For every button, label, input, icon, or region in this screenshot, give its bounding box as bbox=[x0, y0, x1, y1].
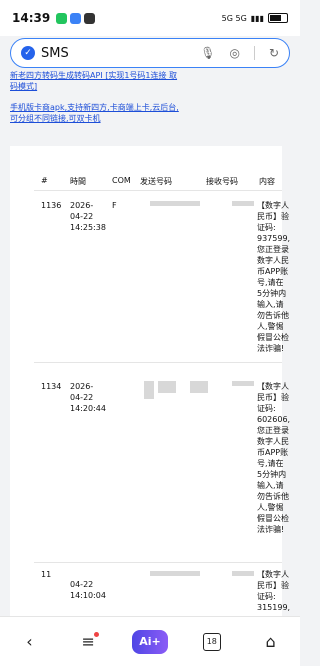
col-header-com: COM bbox=[112, 176, 131, 185]
content-line: 证码: bbox=[257, 404, 276, 413]
row-content: 【数字人民币】验证码: 602606, 您正登录数字人民币APP账号,请在 5分钟内输… bbox=[257, 381, 297, 535]
camera-icon[interactable]: ◎ bbox=[229, 46, 239, 60]
row-content: 【数字人民币】验证码: 937599, 您正登录数字人民币APP账号,请在 5分钟内输… bbox=[257, 200, 297, 354]
content-line: 证码: bbox=[257, 223, 276, 232]
content-line: 您正登录 bbox=[257, 426, 289, 435]
col-header-id: # bbox=[41, 176, 48, 185]
redacted-sender bbox=[144, 381, 154, 399]
search-bar[interactable]: ✓ SMS 🎙 ◎ ↻ bbox=[10, 38, 290, 68]
link-api[interactable]: 新老四方转码生成转码API [实现1号码1连接 取码模式] bbox=[10, 70, 180, 92]
content-line: 民币】验 bbox=[257, 393, 289, 402]
notification-icons bbox=[56, 12, 96, 24]
content-line: 输入,请 bbox=[257, 481, 284, 490]
redacted-receiver bbox=[190, 381, 208, 393]
content-line: 号,请在 bbox=[257, 278, 284, 287]
row-id: 1134 bbox=[41, 382, 62, 391]
home-icon[interactable]: ⌂ bbox=[256, 627, 286, 657]
row-id: 11 bbox=[41, 570, 52, 579]
content-line: 5分钟内 bbox=[257, 470, 287, 479]
content-line: 您正登录 bbox=[257, 245, 289, 254]
status-bar: 14:39 5G 5G ▮▮▮ bbox=[0, 0, 300, 36]
content-line: 937599, bbox=[257, 234, 291, 243]
content-line: 【数字人 bbox=[257, 382, 289, 391]
link-list: 新老四方转码生成转码API [实现1号码1连接 取码模式] 手机版卡商apk,支… bbox=[10, 70, 180, 124]
shield-icon: ✓ bbox=[21, 46, 35, 60]
content-line: 证码: bbox=[257, 592, 276, 601]
ai-button[interactable]: Ai+ bbox=[131, 629, 168, 654]
redacted-sender bbox=[150, 571, 200, 576]
tabs-button[interactable]: 18 bbox=[197, 627, 227, 657]
content-line: 输入,请 bbox=[257, 300, 284, 309]
content-line: 人,警惕 bbox=[257, 503, 284, 512]
row-time: 04-22 14:10:04 bbox=[70, 580, 106, 600]
bottom-nav: ‹ ≡ Ai+ 18 ⌂ bbox=[0, 616, 300, 666]
row-content: 【数字人民币】验证码: 315199, bbox=[257, 569, 297, 613]
battery-icon bbox=[268, 13, 288, 23]
message-icon bbox=[56, 12, 68, 24]
content-line: 【数字人 bbox=[257, 201, 289, 210]
microphone-icon[interactable]: 🎙 bbox=[200, 46, 215, 60]
refresh-icon[interactable]: ↻ bbox=[269, 46, 279, 60]
content-line: 法诈骗! bbox=[257, 525, 285, 534]
link-apk[interactable]: 手机版卡商apk,支持新四方,卡商端上卡,云后台,可分组不同链接,可双卡机 bbox=[10, 102, 180, 124]
page-content: 新老四方转码生成转码API [实现1号码1连接 取码模式] 手机版卡商apk,支… bbox=[0, 70, 300, 616]
content-line: 【数字人 bbox=[257, 570, 289, 579]
header-divider bbox=[34, 190, 282, 191]
search-input[interactable]: SMS bbox=[41, 46, 69, 61]
signal-icon: ▮▮▮ bbox=[250, 13, 264, 23]
content-line: 602606, bbox=[257, 415, 291, 424]
content-line: 假冒公检 bbox=[257, 333, 289, 342]
status-time: 14:39 bbox=[12, 11, 51, 25]
content-line: 勿告诉他 bbox=[257, 311, 289, 320]
content-line: 数字人民 bbox=[257, 256, 289, 265]
content-line: 号,请在 bbox=[257, 459, 284, 468]
content-line: 法诈骗! bbox=[257, 344, 285, 353]
content-line: 数字人民 bbox=[257, 437, 289, 446]
row-time: 2026- 04-22 14:20:44 bbox=[70, 382, 106, 413]
col-header-sender: 发送号码 bbox=[140, 177, 172, 186]
calendar-icon: 18 bbox=[202, 632, 221, 651]
notification-dot bbox=[94, 631, 100, 637]
content-line: 民币】验 bbox=[257, 581, 289, 590]
menu-icon[interactable]: ≡ bbox=[73, 627, 103, 657]
row-divider bbox=[34, 562, 282, 563]
content-line: 勿告诉他 bbox=[257, 492, 289, 501]
content-line: 币APP账 bbox=[257, 448, 289, 457]
redacted-receiver bbox=[232, 381, 254, 386]
col-header-receiver: 接收号码 bbox=[206, 177, 238, 186]
content-line: 币APP账 bbox=[257, 267, 289, 276]
content-line: 5分钟内 bbox=[257, 289, 287, 298]
redacted-receiver bbox=[232, 571, 254, 576]
col-header-content: 内容 bbox=[259, 177, 275, 186]
redacted-sender bbox=[158, 381, 176, 393]
col-header-time: 時間 bbox=[70, 177, 86, 186]
row-time: 2026- 04-22 14:25:38 bbox=[70, 201, 106, 232]
content-line: 假冒公检 bbox=[257, 514, 289, 523]
divider bbox=[253, 46, 255, 60]
row-id: 1136 bbox=[41, 201, 62, 210]
row-com: F bbox=[112, 201, 117, 210]
system-indicators: 5G 5G ▮▮▮ bbox=[222, 13, 288, 23]
redacted-receiver bbox=[232, 201, 254, 206]
redacted-sender bbox=[150, 201, 200, 206]
app-icon bbox=[70, 12, 82, 24]
row-divider bbox=[34, 362, 282, 363]
back-icon[interactable]: ‹ bbox=[14, 627, 44, 657]
content-line: 315199, bbox=[257, 603, 291, 612]
content-line: 民币】验 bbox=[257, 212, 289, 221]
content-line: 人,警惕 bbox=[257, 322, 284, 331]
signal-text: 5G 5G bbox=[221, 13, 247, 23]
shield-icon bbox=[84, 12, 96, 24]
